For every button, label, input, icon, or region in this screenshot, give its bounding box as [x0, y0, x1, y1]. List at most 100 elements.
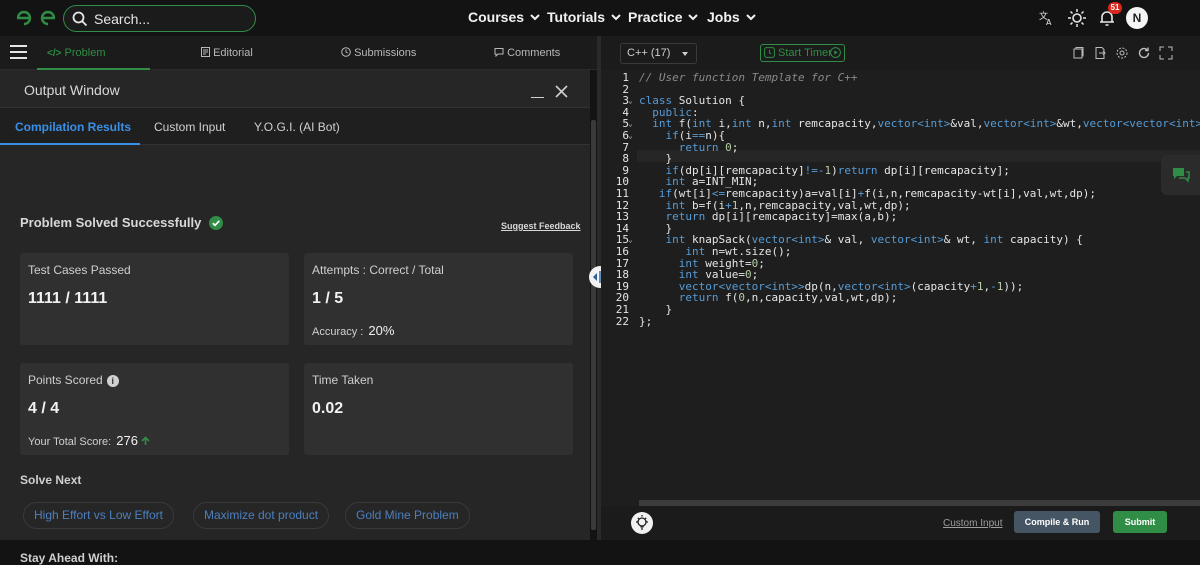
theme-toggle-icon[interactable]	[1066, 8, 1088, 28]
start-timer-label: Start Timer	[778, 47, 832, 59]
start-timer-button[interactable]: Start Timer	[760, 44, 845, 62]
line-number: 1	[622, 71, 629, 84]
nav-practice[interactable]: Practice	[628, 9, 699, 25]
tab-custom-input[interactable]: Custom Input	[154, 120, 225, 134]
custom-input-link[interactable]: Custom Input	[943, 518, 1002, 529]
output-window-header: Output Window	[0, 70, 590, 108]
time-label: Time Taken	[312, 373, 374, 387]
tab-submissions[interactable]: Submissions	[341, 47, 416, 59]
attempts-value: 1 / 5	[312, 290, 344, 307]
points-value: 4 / 4	[28, 400, 60, 417]
code-line[interactable]: // User function Template for C++	[639, 72, 858, 84]
compilation-results: Problem Solved Successfully Suggest Feed…	[0, 145, 590, 565]
language-select-value: C++ (17)	[627, 47, 671, 59]
tab-submissions-label: Submissions	[354, 47, 417, 59]
nav-tutorials[interactable]: Tutorials	[547, 9, 621, 25]
arrow-up-icon	[141, 436, 150, 445]
result-status: Problem Solved Successfully	[20, 215, 223, 230]
nav-courses-label: Courses	[468, 9, 525, 25]
check-circle-icon	[208, 216, 223, 230]
line-number: 22	[615, 314, 629, 328]
output-tabs: Compilation Results Custom Input Y.O.G.I…	[0, 108, 590, 145]
editor-toolbar: C++ (17) Start Timer	[601, 36, 1200, 70]
stay-ahead-heading: Stay Ahead With:	[20, 551, 119, 565]
menu-icon[interactable]	[10, 45, 27, 59]
line-number: 11	[615, 187, 629, 200]
gfg-logo[interactable]	[14, 8, 58, 28]
chevron-down-icon	[611, 14, 621, 21]
editor-pane: C++ (17) Start Timer 1 2 3 ⌄ 4 5 ⌄ 6 ⌄ 7 8 9 10 11 12 1…	[601, 36, 1200, 540]
code-line[interactable]: return f(0,n,capacity,val,wt,dp);	[639, 292, 898, 304]
nav-practice-label: Practice	[628, 9, 683, 25]
code-line[interactable]: return dp[i][remcapacity]=max(a,b);	[639, 211, 898, 223]
test-cases-value: 1111 / 1111	[28, 290, 108, 307]
copy-icon[interactable]	[1071, 46, 1085, 60]
fold-icon[interactable]: ⌄	[628, 130, 633, 142]
line-number: 16	[615, 245, 629, 258]
nav-jobs[interactable]: Jobs	[707, 9, 756, 25]
fullscreen-icon[interactable]	[1159, 46, 1173, 60]
tab-problem-label: Problem	[64, 47, 106, 59]
output-window-title: Output Window	[24, 82, 120, 98]
time-value: 0.02	[312, 400, 344, 417]
tab-yogi-bot[interactable]: Y.O.G.I. (AI Bot)	[254, 120, 340, 134]
timer-icon	[764, 47, 775, 58]
nav-courses[interactable]: Courses	[468, 9, 540, 25]
minimize-button[interactable]	[531, 97, 544, 98]
lightbulb-icon[interactable]	[631, 512, 653, 534]
chevron-down-icon	[688, 14, 699, 21]
accuracy-value: 20%	[368, 323, 395, 338]
chat-widget[interactable]	[1161, 155, 1200, 195]
translate-icon[interactable]: 文A	[1036, 8, 1058, 28]
code-editor[interactable]: 1 2 3 ⌄ 4 5 ⌄ 6 ⌄ 7 8 9 10 11 12 13 14 15 ⌄ 16 17 18 19 20 21 22 …	[601, 70, 1200, 500]
time-card: Time Taken 0.02	[304, 363, 573, 455]
output-window: Output Window Compilation Results Custom…	[0, 70, 590, 565]
close-icon[interactable]	[555, 85, 568, 98]
tab-compilation-results[interactable]: Compilation Results	[15, 120, 131, 134]
chevron-down-icon	[682, 52, 688, 56]
code-line[interactable]: }	[639, 304, 672, 316]
code-line[interactable]: if(wt[i]<=remcapacity)a=val[i]+f(i,n,rem…	[639, 188, 1096, 200]
output-scrollbar[interactable]	[591, 120, 596, 530]
search-icon	[72, 11, 88, 27]
nav-jobs-label: Jobs	[707, 9, 740, 25]
info-icon[interactable]: i	[106, 375, 119, 387]
search-box[interactable]: Search...	[63, 5, 256, 32]
settings-icon[interactable]	[1115, 46, 1129, 60]
submit-button[interactable]: Submit	[1113, 511, 1167, 533]
total-score-label: Your Total Score:	[28, 436, 112, 448]
import-file-icon[interactable]	[1093, 46, 1107, 60]
solve-next-chip[interactable]: Maximize dot product	[193, 502, 330, 529]
tab-comments[interactable]: Comments	[494, 47, 560, 59]
tab-problem[interactable]: </> Problem	[47, 47, 106, 59]
search-placeholder[interactable]: Search...	[94, 11, 150, 27]
clock-icon	[341, 47, 351, 57]
attempts-card: Attempts : Correct / Total 1 / 5 Accurac…	[304, 253, 573, 345]
notification-badge: 51	[1108, 2, 1122, 14]
suggest-feedback-link[interactable]: Suggest Feedback	[501, 221, 581, 231]
points-label-text: Points Scored	[28, 373, 103, 387]
solve-next-chip[interactable]: Gold Mine Problem	[345, 502, 470, 529]
total-score: Your Total Score: 276	[28, 433, 150, 448]
nav-tutorials-label: Tutorials	[547, 9, 606, 25]
solve-next-chip[interactable]: High Effort vs Low Effort	[23, 502, 174, 529]
svg-text:A: A	[1046, 18, 1052, 27]
language-select[interactable]: C++ (17)	[620, 43, 697, 64]
points-label: Points Scored i	[28, 373, 119, 387]
compile-run-button[interactable]: Compile & Run	[1014, 511, 1100, 533]
chat-icon	[494, 48, 504, 58]
user-avatar[interactable]: N	[1126, 7, 1148, 29]
code-line[interactable]: int n=wt.size();	[639, 246, 791, 258]
reset-icon[interactable]	[1137, 46, 1151, 60]
test-cases-label: Test Cases Passed	[28, 263, 131, 277]
result-status-text: Problem Solved Successfully	[20, 215, 202, 230]
accuracy-label: Accuracy :	[312, 326, 364, 338]
line-numbers: 1 2 3 ⌄ 4 5 ⌄ 6 ⌄ 7 8 9 10 11 12 13 14 15 ⌄ 16 17 18 19 20 21 22	[601, 70, 637, 500]
top-navbar: Search... Courses Tutorials Practice Job…	[0, 0, 1200, 36]
tab-editorial[interactable]: Editorial	[201, 47, 253, 59]
play-icon	[830, 47, 841, 58]
tab-comments-label: Comments	[507, 47, 561, 59]
accuracy: Accuracy : 20%	[312, 323, 394, 338]
points-card: Points Scored i 4 / 4 Your Total Score: 2…	[20, 363, 289, 455]
code-line[interactable]: };	[639, 315, 652, 328]
